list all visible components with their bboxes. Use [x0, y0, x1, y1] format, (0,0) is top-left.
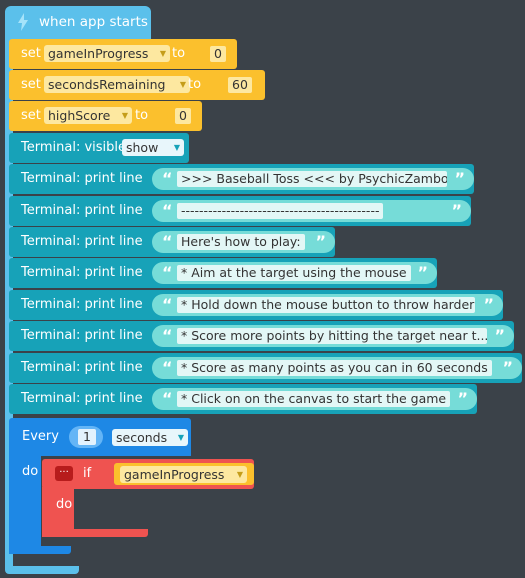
every-block-foot: [9, 546, 71, 554]
gear-icon[interactable]: ···: [55, 466, 73, 481]
string-value[interactable]: Here's how to play:: [177, 234, 305, 250]
open-quote-icon: “: [162, 389, 173, 408]
set-label: set: [21, 77, 41, 92]
print-line-label: Terminal: print line: [21, 203, 143, 218]
close-quote-icon: ”: [417, 263, 428, 282]
set-label: set: [21, 46, 41, 61]
set-seconds-remaining-block[interactable]: set secondsRemaining ▼ to 60: [9, 70, 265, 100]
print-line-label: Terminal: print line: [21, 360, 143, 375]
set-high-score-block[interactable]: set highScore ▼ to 0: [9, 101, 202, 131]
chevron-down-icon: ▼: [236, 470, 243, 479]
if-do-label: do: [56, 497, 73, 512]
string-value[interactable]: * Score as many points as you can in 60 …: [177, 360, 492, 376]
every-label: Every: [22, 429, 59, 444]
number-value-pill[interactable]: 0: [202, 44, 237, 64]
print-line-label: Terminal: print line: [21, 234, 143, 249]
lightning-icon: [18, 13, 28, 31]
close-quote-icon: ”: [454, 169, 465, 188]
open-quote-icon: “: [162, 326, 173, 345]
print-line-label: Terminal: print line: [21, 297, 143, 312]
string-pill[interactable]: “Here's how to play: ”: [152, 231, 335, 253]
close-quote-icon: ”: [494, 326, 505, 345]
terminal-visible-label: Terminal: visible: [21, 140, 127, 155]
every-do-label: do: [22, 464, 39, 479]
string-value[interactable]: * Score more points by hitting the targe…: [177, 328, 487, 344]
chevron-down-icon: ▼: [121, 111, 128, 120]
print-line-block[interactable]: Terminal: print line “* Hold down the mo…: [9, 290, 503, 320]
print-line-label: Terminal: print line: [21, 171, 143, 186]
print-line-block[interactable]: Terminal: print line “* Score as many po…: [9, 353, 522, 383]
string-pill[interactable]: “* Aim at the target using the mouse ”: [152, 262, 437, 284]
string-value[interactable]: >>> Baseball Toss <<< by PsychicZamboni6: [177, 171, 447, 187]
to-label: to: [135, 108, 149, 123]
visibility-dropdown[interactable]: show ▼: [122, 139, 184, 156]
print-line-block[interactable]: Terminal: print line “Here's how to play…: [9, 227, 335, 257]
variable-dropdown[interactable]: gameInProgress ▼: [44, 45, 170, 62]
string-pill[interactable]: “>>> Baseball Toss <<< by PsychicZamboni…: [152, 168, 474, 190]
variable-dropdown[interactable]: highScore ▼: [44, 107, 132, 124]
variable-dropdown[interactable]: secondsRemaining ▼: [44, 76, 190, 93]
event-block-foot: [5, 566, 79, 574]
number-value[interactable]: 60: [228, 77, 252, 93]
if-block[interactable]: ··· if gameInProgress ▼: [42, 459, 254, 489]
number-value-pill[interactable]: 60: [220, 75, 265, 95]
event-label: when app starts: [39, 14, 148, 30]
close-quote-icon: ”: [502, 358, 513, 377]
close-quote-icon: ”: [483, 295, 494, 314]
chevron-down-icon: ▼: [173, 143, 180, 152]
print-line-label: Terminal: print line: [21, 328, 143, 343]
string-pill[interactable]: “* Click on on the canvas to start the g…: [152, 388, 477, 410]
print-line-block[interactable]: Terminal: print line “* Score more point…: [9, 321, 514, 351]
print-line-label: Terminal: print line: [21, 391, 143, 406]
open-quote-icon: “: [162, 358, 173, 377]
open-quote-icon: “: [162, 232, 173, 251]
chevron-down-icon: ▼: [179, 80, 186, 89]
print-line-block[interactable]: Terminal: print line “* Aim at the targe…: [9, 258, 437, 288]
print-line-block[interactable]: Terminal: print line “------------------…: [9, 196, 471, 226]
to-label: to: [188, 77, 202, 92]
open-quote-icon: “: [162, 295, 173, 314]
string-pill[interactable]: “---------------------------------------…: [152, 200, 471, 222]
close-quote-icon: ”: [315, 232, 326, 251]
open-quote-icon: “: [162, 263, 173, 282]
string-value[interactable]: ----------------------------------------…: [177, 203, 384, 219]
chevron-down-icon: ▼: [159, 49, 166, 58]
string-pill[interactable]: “* Score as many points as you can in 60…: [152, 357, 522, 379]
number-value-pill[interactable]: 0: [167, 106, 202, 126]
interval-value[interactable]: 1: [78, 429, 96, 445]
unit-dropdown[interactable]: seconds ▼: [112, 429, 188, 446]
open-quote-icon: “: [162, 169, 173, 188]
close-quote-icon: ”: [451, 201, 462, 220]
when-app-starts-block[interactable]: when app starts: [5, 6, 151, 39]
print-line-label: Terminal: print line: [21, 265, 143, 280]
set-game-in-progress-block[interactable]: set gameInProgress ▼ to 0: [9, 39, 237, 69]
string-value[interactable]: * Click on on the canvas to start the ga…: [177, 391, 450, 407]
string-value[interactable]: * Hold down the mouse button to throw ha…: [177, 297, 475, 313]
to-label: to: [172, 46, 186, 61]
if-block-foot: [42, 529, 148, 537]
print-line-block[interactable]: Terminal: print line “>>> Baseball Toss …: [9, 164, 474, 194]
condition-variable-dropdown[interactable]: gameInProgress ▼: [120, 466, 247, 483]
condition-variable-block[interactable]: gameInProgress ▼: [114, 463, 254, 485]
string-pill[interactable]: “* Hold down the mouse button to throw h…: [152, 294, 503, 316]
set-label: set: [21, 108, 41, 123]
close-quote-icon: ”: [457, 389, 468, 408]
number-value[interactable]: 0: [175, 108, 191, 124]
if-label: if: [83, 466, 92, 481]
every-block-side: do: [9, 454, 41, 554]
string-value[interactable]: * Aim at the target using the mouse: [177, 265, 411, 281]
every-seconds-block[interactable]: Every 1 seconds ▼: [9, 418, 191, 456]
open-quote-icon: “: [162, 201, 173, 220]
number-value[interactable]: 0: [210, 46, 226, 62]
print-line-block[interactable]: Terminal: print line “* Click on on the …: [9, 384, 477, 414]
string-pill[interactable]: “* Score more points by hitting the targ…: [152, 325, 514, 347]
chevron-down-icon: ▼: [177, 433, 184, 442]
terminal-visible-block[interactable]: Terminal: visible show ▼: [9, 133, 189, 163]
interval-pill[interactable]: 1: [69, 426, 103, 448]
